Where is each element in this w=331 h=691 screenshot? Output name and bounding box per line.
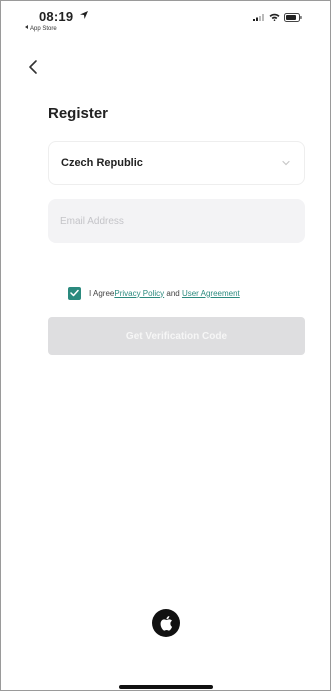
status-icons (253, 12, 302, 22)
apple-login-button[interactable] (152, 609, 180, 637)
checkmark-icon (70, 289, 79, 297)
wifi-icon (269, 13, 280, 21)
back-to-app-store-link[interactable]: App Store (25, 25, 57, 32)
status-bar: 08:19 App Store (1, 1, 330, 41)
country-select[interactable]: Czech Republic (48, 141, 305, 185)
home-indicator (119, 685, 213, 689)
agreement-checkbox[interactable] (68, 286, 81, 300)
phone-screen: 08:19 App Store Register Czech Republic … (0, 0, 331, 691)
privacy-policy-link[interactable]: Privacy Policy (114, 289, 164, 298)
agreement-connector: and (164, 288, 182, 298)
country-select-value: Czech Republic (61, 157, 143, 169)
back-to-app-store-label: App Store (30, 26, 57, 32)
user-agreement-link[interactable]: User Agreement (182, 289, 240, 298)
agreement-row: I Agree Privacy Policy and User Agreement (68, 286, 240, 300)
get-verification-code-button[interactable]: Get Verification Code (48, 317, 305, 355)
battery-icon (284, 12, 302, 22)
status-time: 08:19 (39, 9, 74, 24)
apple-logo-icon (160, 616, 173, 631)
chevron-down-icon (282, 160, 290, 166)
email-field[interactable] (48, 199, 305, 243)
cellular-signal-icon (253, 14, 264, 21)
back-triangle-icon (25, 25, 28, 29)
chevron-left-icon[interactable] (27, 59, 41, 75)
agreement-prefix: I Agree (89, 288, 115, 298)
location-arrow-icon (80, 11, 88, 19)
page-title: Register (48, 105, 109, 122)
